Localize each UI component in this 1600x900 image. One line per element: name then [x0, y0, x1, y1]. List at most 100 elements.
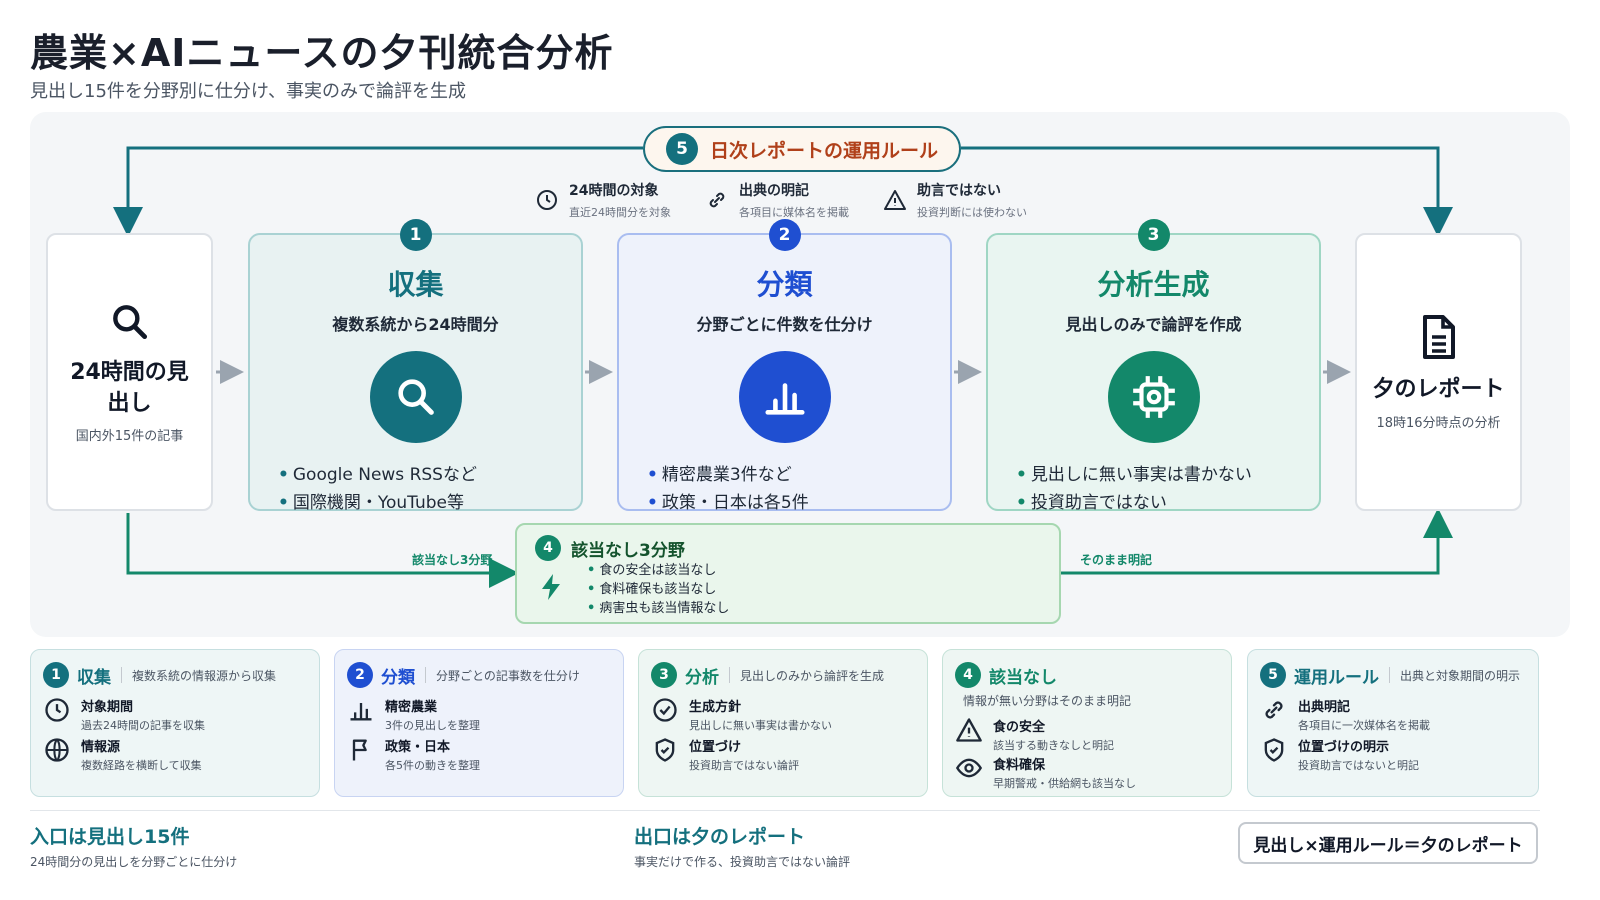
shield-check-icon — [1264, 738, 1284, 762]
warning-icon — [956, 718, 982, 742]
rule-item-desc: 投資判断には使わない — [917, 206, 1027, 219]
warning-icon — [884, 190, 906, 210]
step-number: 4 — [535, 535, 561, 561]
legend-row-title: 情報源 — [81, 740, 121, 755]
stage-title: 分析生成 — [1097, 268, 1210, 301]
legend-row-title: 位置づけの明示 — [1298, 740, 1390, 755]
na-item: • 食の安全は該当なし — [587, 563, 717, 578]
legend-card-rules: 5 運用ルール 出典と対象期間の明示 出典明記 各項目に一次媒体名を掲載 位置づけ… — [1247, 649, 1539, 797]
legend-desc: 出典と対象期間の明示 — [1400, 668, 1521, 683]
legend-card-analyze: 3 分析 見出しのみから論評を生成 生成方針見出しに無い事実は書かない 位置づけ… — [638, 649, 928, 797]
legend-card-classify: 2 分類 分野ごとの記事数を仕分け 精密農業 3件の見出しを整理 政策・日本 各5件… — [334, 649, 624, 797]
legend-row-title: 食料確保 — [993, 758, 1046, 773]
divider — [1389, 667, 1390, 683]
check-circle-icon — [653, 698, 677, 722]
footer-mid-title: 出口は夕のレポート — [634, 826, 806, 848]
footer-mid-desc: 事実だけで作る、投資助言ではない論評 — [634, 855, 851, 869]
stage-subtitle: 見出しのみで論評を作成 — [1065, 315, 1242, 334]
na-box: 4 該当なし3分野 • 食の安全は該当なし • 食料確保も該当なし • 病害虫も該当情… — [515, 523, 1061, 624]
legend-row-title: 出典明記 — [1298, 700, 1351, 715]
legend-card-collect: 1 収集 複数系統の情報源から収集 対象期間 過去24時間の記事を収集 情報源 複数… — [30, 649, 320, 797]
legend-card-na: 4 該当なし 情報が無い分野はそのまま明記 食の安全 該当する動きなしと明記 食料… — [942, 649, 1232, 797]
stage-classify: 2 分類 分野ごとに件数を仕分け • 精密農業3件など • 政策・日本は各5件 — [617, 219, 952, 513]
legend-desc: 情報が無い分野はそのまま明記 — [963, 694, 1132, 708]
stage-collect: 1 収集 複数系統から24時間分 • Google News RSSなど • 国際機… — [248, 219, 583, 513]
legend-row-desc: 過去24時間の記事を収集 — [81, 719, 205, 732]
output-card: 夕のレポート 18時16分時点の分析 — [1355, 233, 1522, 511]
legend-desc: 見出しのみから論評を生成 — [740, 668, 885, 683]
step-number: 1 — [43, 662, 69, 688]
page-subtitle: 見出し15件を分野別に仕分け、事実のみで論評を生成 — [30, 81, 467, 102]
step-number: 3 — [1137, 219, 1170, 251]
rule-item-source: 出典の明記各項目に媒体名を掲載 — [705, 180, 849, 220]
legend-row: 出典明記 各項目に一次媒体名を掲載 — [1260, 696, 1430, 733]
legend-title: 分析 — [685, 667, 719, 688]
legend-row-desc: 各5件の動きを整理 — [385, 759, 480, 772]
legend-row-desc: 早期警戒・供給網も該当なし — [993, 777, 1136, 790]
stage-bullet: • 投資助言ではない — [1016, 493, 1167, 513]
clock-icon — [45, 698, 69, 722]
stage-bullet: • 国際機関・YouTube等 — [278, 493, 465, 513]
legend-row-desc: 見出しに無い事実は書かない — [689, 719, 832, 732]
legend-row-title: 生成方針 — [689, 700, 742, 715]
na-label: 該当なし3分野 — [571, 540, 685, 561]
legend-title: 該当なし — [989, 667, 1057, 688]
legend-row: 食の安全 該当する動きなしと明記 — [955, 716, 1114, 753]
rule-pill: 5 日次レポートの運用ルール — [643, 126, 961, 172]
search-icon — [397, 379, 434, 415]
legend-row: 精密農業 3件の見出しを整理 — [347, 696, 480, 733]
stage-bullet: • 見出しに無い事実は書かない — [1016, 465, 1252, 485]
legend-row: 位置づけ 投資助言ではない論評 — [651, 736, 799, 773]
stage-icon-circle — [738, 351, 831, 443]
chip-icon — [1132, 376, 1175, 418]
document-icon — [1422, 315, 1455, 360]
legend-row: 対象期間過去24時間の記事を収集 — [43, 696, 205, 733]
legend-row: 食料確保早期警戒・供給網も該当なし — [955, 754, 1136, 791]
stage-title: 分類 — [756, 268, 813, 301]
na-out-label: そのまま明記 — [1080, 553, 1153, 567]
divider — [425, 667, 426, 683]
bar-chart-icon — [764, 383, 805, 415]
footer-left-title: 入口は見出し15件 — [30, 826, 190, 848]
step-number: 5 — [665, 133, 698, 165]
legend-row: 生成方針見出しに無い事実は書かない — [651, 696, 832, 733]
stage-bullet: • 精密農業3件など — [647, 465, 792, 485]
legend-row-title: 対象期間 — [81, 700, 134, 715]
output-desc: 18時16分時点の分析 — [1376, 415, 1501, 431]
rule-item-period: 24時間の対象 直近24時間分を対象 — [535, 180, 671, 220]
flag-icon — [352, 739, 367, 761]
legend-row: 位置づけの明示投資助言ではないと明記 — [1260, 736, 1419, 773]
output-title: 夕のレポート — [1372, 377, 1505, 403]
stage-icon-circle — [1107, 351, 1200, 443]
footer-left-desc: 24時間分の見出しを分野ごとに仕分け — [30, 855, 238, 869]
footer-left: 入口は見出し15件 24時間分の見出しを分野ごとに仕分け — [30, 822, 237, 870]
input-title: 24時間の見出し — [70, 359, 189, 416]
rule-item-desc: 各項目に媒体名を掲載 — [739, 206, 849, 219]
bolt-icon — [542, 574, 560, 600]
eye-icon — [955, 758, 983, 778]
divider — [121, 667, 122, 683]
stage-subtitle: 分野ごとに件数を仕分け — [696, 315, 873, 334]
legend-row-desc: 投資助言ではないと明記 — [1298, 759, 1419, 772]
step-number: 2 — [347, 662, 373, 688]
stage-subtitle: 複数系統から24時間分 — [332, 315, 499, 334]
legend-title: 運用ルール — [1294, 667, 1379, 688]
legend-row: 政策・日本 各5件の動きを整理 — [347, 736, 480, 773]
stage-bullet: • 政策・日本は各5件 — [647, 493, 809, 513]
rule-item-advice: 助言ではない投資判断には使わない — [883, 180, 1027, 220]
link-icon — [709, 192, 725, 208]
search-icon — [112, 304, 147, 339]
bar-chart-icon — [350, 703, 372, 721]
rule-item-title: 助言ではない — [917, 183, 1001, 199]
legend-row-title: 食の安全 — [993, 720, 1046, 735]
legend-title: 収集 — [77, 667, 111, 688]
rule-item-title: 出典の明記 — [739, 183, 809, 199]
rule-item-desc: 直近24時間分を対象 — [569, 206, 671, 219]
legend-row-title: 位置づけ — [689, 740, 742, 755]
legend-desc: 分野ごとの記事数を仕分け — [436, 668, 580, 683]
footer-divider — [30, 810, 1540, 811]
stage-analyze: 3 分析生成 見出しのみで論評を作成 • 見出しに無い事実は書かない • 投資助言で… — [986, 219, 1321, 513]
input-card: 24時間の見出し 国内外15件の記事 — [46, 233, 213, 511]
step-number: 3 — [651, 662, 677, 688]
rule-label: 日次レポートの運用ルール — [709, 139, 938, 162]
